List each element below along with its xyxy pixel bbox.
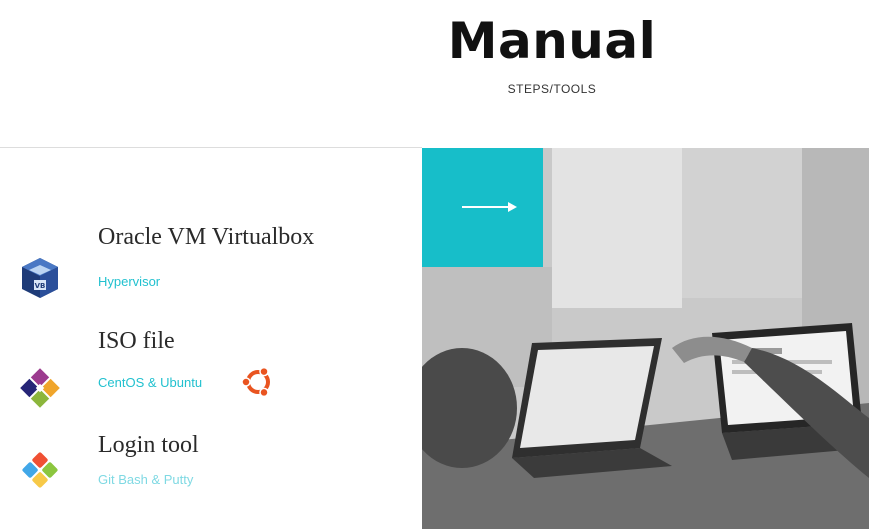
item-subtitle-hypervisor[interactable]: Hypervisor (98, 274, 160, 289)
svg-text:VB: VB (35, 282, 46, 290)
item-subtitle-gitbash-putty[interactable]: Git Bash & Putty (98, 472, 193, 487)
header: Manual STEPS/TOOLS (0, 0, 869, 148)
virtualbox-icon: VB (16, 254, 64, 302)
divider (0, 147, 422, 148)
item-title-virtualbox: Oracle VM Virtualbox (98, 224, 315, 250)
ubuntu-icon (240, 364, 276, 400)
next-arrow-button[interactable] (422, 148, 543, 267)
item-title-iso: ISO file (98, 328, 175, 354)
arrow-right-icon (462, 202, 517, 212)
git-icon (16, 446, 64, 494)
centos-icon (16, 364, 64, 412)
item-subtitle-centos-ubuntu[interactable]: CentOS & Ubuntu (98, 375, 202, 390)
item-title-login-tool: Login tool (98, 432, 199, 458)
page-subtitle: STEPS/TOOLS (507, 82, 597, 96)
page-title: Manual (447, 12, 657, 70)
